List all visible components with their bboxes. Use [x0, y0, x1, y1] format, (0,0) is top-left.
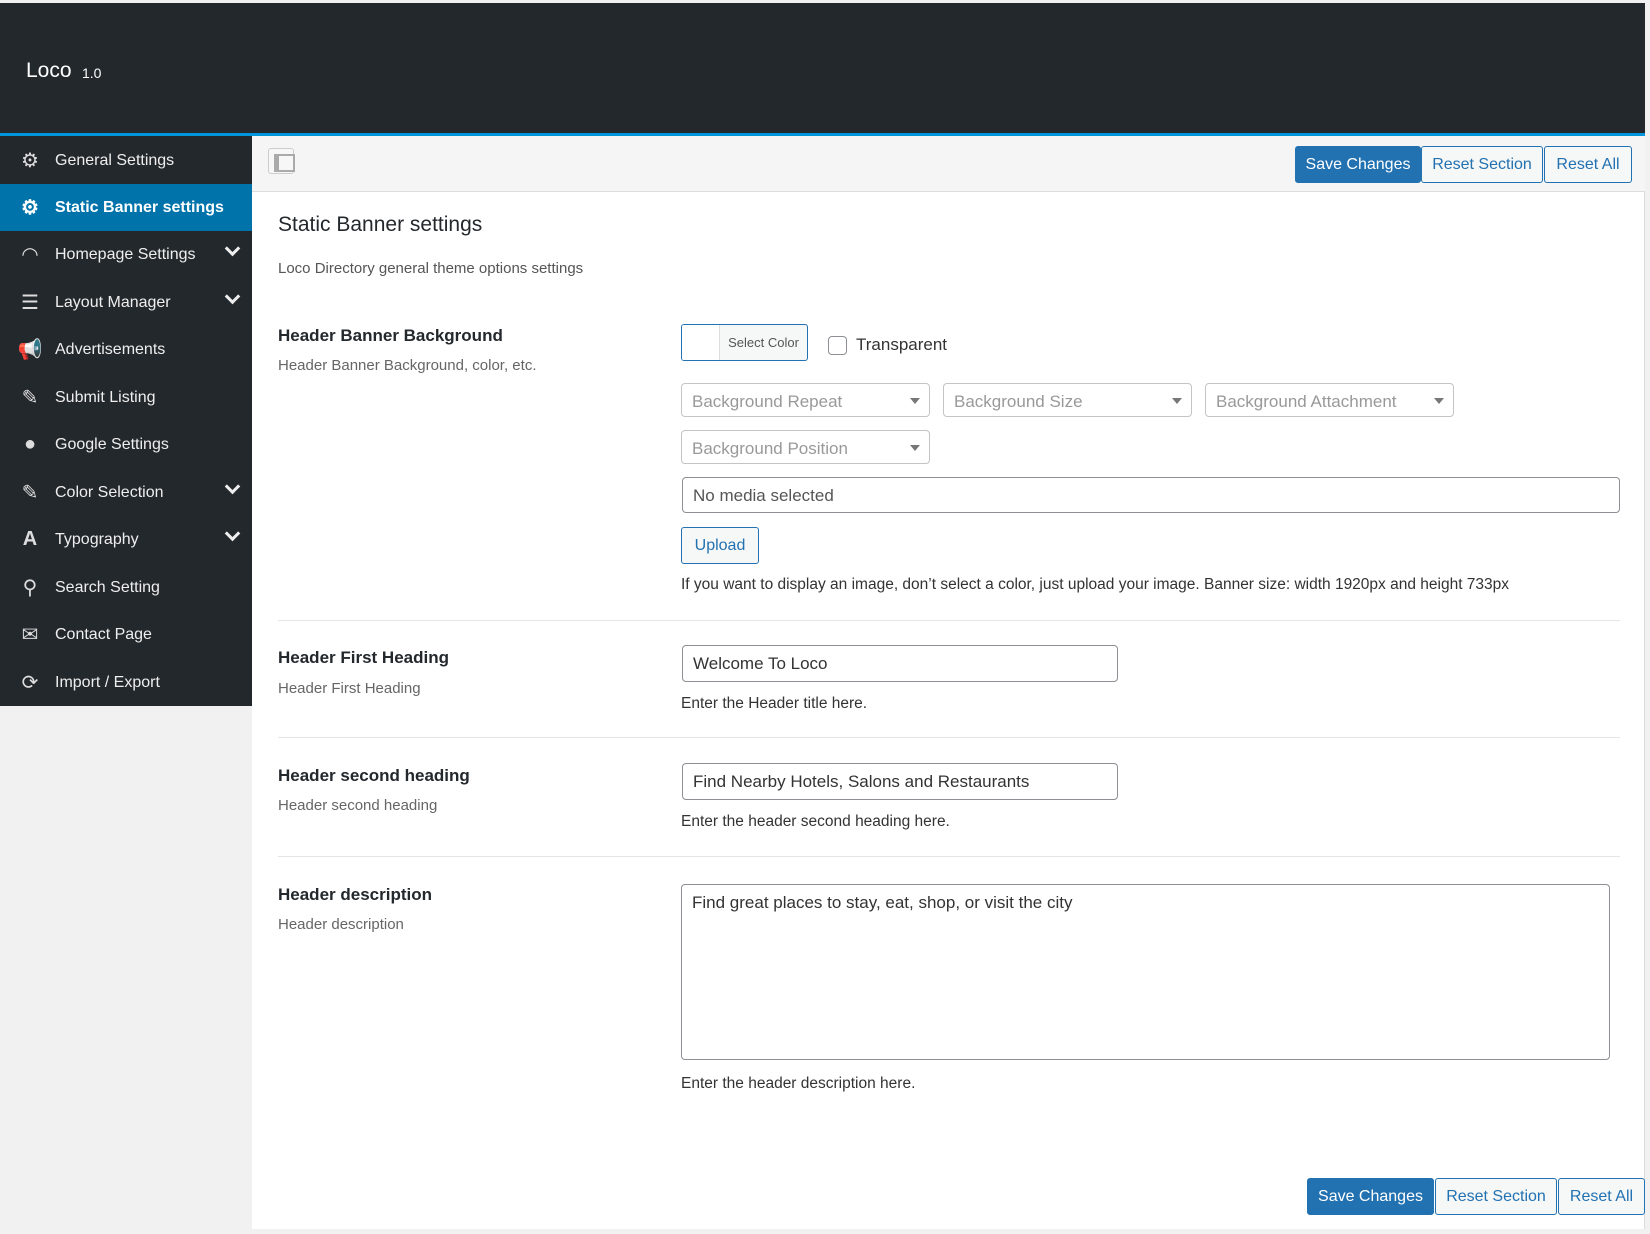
sidebar-item-contact-page[interactable]: ✉ Contact Page	[0, 611, 252, 658]
sidebar-item-layout-manager[interactable]: ☰ Layout Manager	[0, 279, 252, 326]
field-help: Enter the Header title here.	[681, 695, 868, 712]
field-sublabel: Header Banner Background, color, etc.	[278, 357, 537, 374]
section-description: Loco Directory general theme options set…	[278, 260, 584, 277]
chevron-down-icon	[224, 525, 241, 542]
sidebar-item-label: Typography	[55, 530, 139, 548]
background-position-select[interactable]: Background Position	[681, 430, 930, 464]
font-icon: A	[22, 528, 38, 550]
list-icon: ☰	[21, 292, 39, 314]
sidebar-item-advertisements[interactable]: 📢 Advertisements	[0, 326, 252, 373]
divider	[278, 620, 1620, 621]
search-icon: ⚲	[22, 577, 38, 599]
color-swatch	[682, 325, 720, 360]
save-changes-button[interactable]: Save Changes	[1295, 146, 1421, 183]
field-help: If you want to display an image, don’t s…	[681, 576, 1510, 593]
second-heading-input[interactable]: Find Nearby Hotels, Salons and Restauran…	[682, 763, 1118, 800]
field-help: Enter the header description here.	[681, 1075, 916, 1092]
sidebar-item-label: Search Setting	[55, 578, 160, 596]
sidebar-item-label: Submit Listing	[55, 388, 156, 406]
background-repeat-select[interactable]: Background Repeat	[681, 383, 930, 417]
divider	[278, 737, 1620, 738]
app-title: Loco	[26, 59, 72, 82]
sidebar-item-search-setting[interactable]: ⚲ Search Setting	[0, 564, 252, 611]
sidebar-item-google-settings[interactable]: ● Google Settings	[0, 421, 252, 468]
transparent-label: Transparent	[856, 335, 948, 354]
media-url-input[interactable]: No media selected	[682, 477, 1620, 513]
sidebar-item-label: Layout Manager	[55, 293, 171, 311]
chevron-down-icon	[224, 288, 241, 305]
megaphone-icon: 📢	[17, 339, 43, 361]
brush-icon: ✎	[21, 482, 39, 504]
description-textarea[interactable]: Find great places to stay, eat, shop, or…	[681, 884, 1610, 1060]
app-header: Loco 1.0	[0, 0, 1645, 133]
app-version: 1.0	[82, 65, 102, 81]
first-heading-input[interactable]: Welcome To Loco	[682, 645, 1118, 682]
field-sublabel: Header second heading	[278, 797, 438, 814]
sidebar-item-label: Color Selection	[55, 483, 164, 501]
sidebar-item-label: Static Banner settings	[55, 198, 224, 216]
envelope-icon: ✉	[21, 624, 39, 646]
reset-all-button-bottom[interactable]: Reset All	[1558, 1178, 1645, 1215]
upload-button[interactable]: Upload	[681, 527, 759, 564]
sidebar-item-label: Google Settings	[55, 435, 169, 453]
reset-section-button-bottom[interactable]: Reset Section	[1435, 1178, 1557, 1215]
sidebar-item-label: Advertisements	[55, 340, 166, 358]
field-label: Header First Heading	[278, 648, 449, 667]
chevron-down-icon	[224, 240, 241, 257]
brush-icon: ✎	[21, 387, 39, 409]
background-size-select[interactable]: Background Size	[943, 383, 1192, 417]
expand-toggle-button[interactable]	[268, 148, 295, 174]
field-help: Enter the header second heading here.	[681, 813, 950, 830]
sidebar-item-static-banner[interactable]: ⚙ Static Banner settings	[0, 184, 252, 231]
location-pin-icon: ●	[23, 433, 37, 455]
sidebar-item-color-selection[interactable]: ✎ Color Selection	[0, 469, 252, 516]
sidebar-item-import-export[interactable]: ⟳ Import / Export	[0, 659, 252, 706]
sidebar-item-label: General Settings	[55, 151, 175, 169]
dashboard-icon: ◠	[21, 244, 39, 266]
gear-icon: ⚙	[21, 197, 39, 219]
sidebar-item-homepage-settings[interactable]: ◠ Homepage Settings	[0, 231, 252, 278]
gear-icon: ⚙	[21, 150, 39, 172]
save-changes-button-bottom[interactable]: Save Changes	[1307, 1178, 1434, 1215]
transparent-checkbox[interactable]	[828, 336, 847, 355]
reset-section-button[interactable]: Reset Section	[1421, 146, 1543, 183]
sidebar-item-submit-listing[interactable]: ✎ Submit Listing	[0, 374, 252, 421]
sidebar-item-label: Homepage Settings	[55, 245, 196, 263]
divider	[278, 856, 1620, 857]
reset-all-button[interactable]: Reset All	[1544, 146, 1632, 183]
field-label: Header description	[278, 885, 432, 904]
select-color-label: Select Color	[728, 335, 799, 350]
sidebar-item-general-settings[interactable]: ⚙ General Settings	[0, 137, 252, 184]
chevron-down-icon	[224, 478, 241, 495]
sidebar-item-label: Import / Export	[55, 673, 160, 691]
sidebar-item-label: Contact Page	[55, 625, 152, 643]
sidebar-item-typography[interactable]: A Typography	[0, 516, 252, 563]
field-sublabel: Header description	[278, 916, 404, 933]
field-label: Header second heading	[278, 766, 470, 785]
color-picker-button[interactable]: Select Color	[681, 324, 808, 361]
sidebar: ⚙ General Settings ⚙ Static Banner setting…	[0, 136, 252, 706]
field-label: Header Banner Background	[278, 326, 503, 345]
refresh-icon: ⟳	[21, 672, 39, 694]
background-attachment-select[interactable]: Background Attachment	[1205, 383, 1454, 417]
field-sublabel: Header First Heading	[278, 680, 421, 697]
section-title: Static Banner settings	[278, 213, 483, 236]
main-panel	[252, 136, 1645, 1229]
